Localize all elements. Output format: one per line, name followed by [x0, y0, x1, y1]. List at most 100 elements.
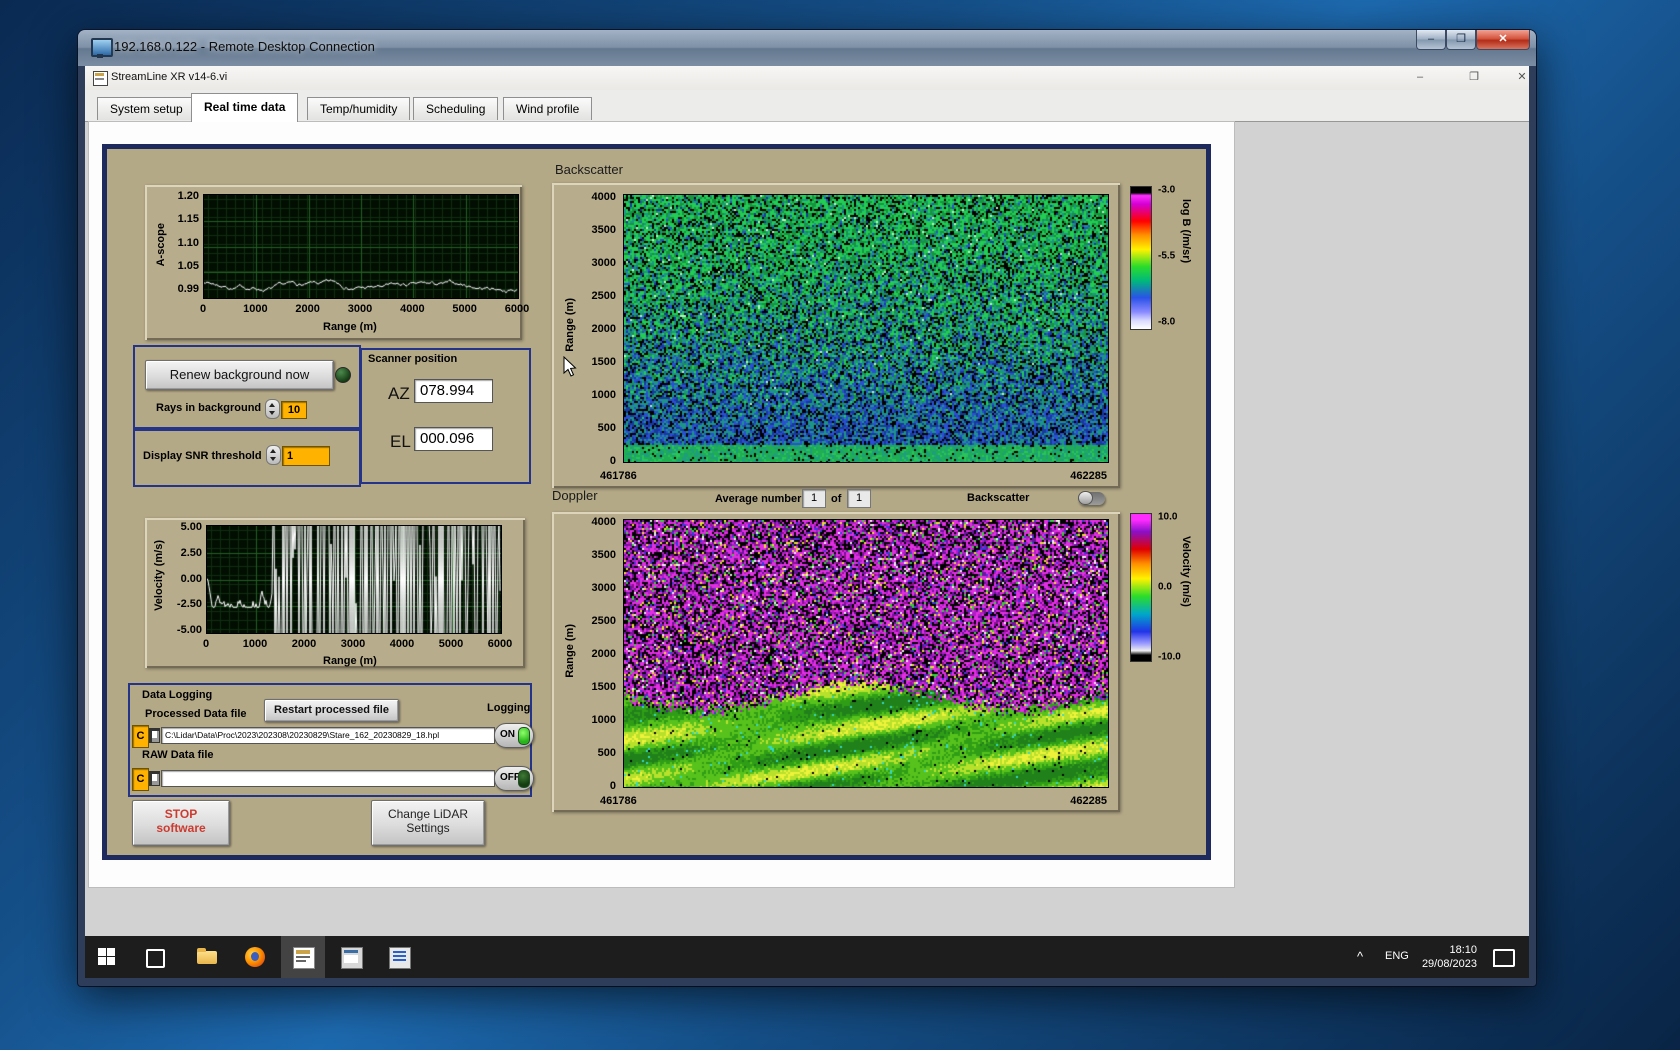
- firefox-button[interactable]: [233, 936, 277, 978]
- backscatter-x-start: 461786: [600, 470, 637, 482]
- scan-scheduler-button[interactable]: [329, 936, 373, 978]
- tick-label: 2000: [295, 303, 320, 315]
- tab-scheduling[interactable]: Scheduling: [413, 97, 499, 120]
- file-explorer-button[interactable]: [185, 936, 229, 978]
- rdp-titlebar[interactable]: 192.168.0.122 - Remote Desktop Connectio…: [78, 30, 1536, 66]
- velocity-plot-area[interactable]: [206, 525, 502, 634]
- of-label: of: [831, 493, 842, 505]
- tick-label: 0: [609, 780, 616, 792]
- rdp-close-button[interactable]: ✕: [1476, 30, 1530, 50]
- app-minimize-button[interactable]: –: [1405, 69, 1435, 87]
- tick-label: -5.00: [176, 624, 202, 636]
- raw-path-field[interactable]: [161, 770, 495, 787]
- backscatter-y-ticks: 4000 3500 3000 2500 2000 1500 1000 500 0: [552, 183, 618, 488]
- backscatter-plot-area[interactable]: [623, 194, 1109, 463]
- tick-label: 4000: [400, 303, 425, 315]
- velocity-x-axis-label: Range (m): [323, 655, 377, 667]
- tick-label: 6000: [487, 638, 513, 650]
- task-view-button[interactable]: [133, 936, 177, 978]
- average-number-field[interactable]: 1: [802, 489, 826, 508]
- snr-value-field[interactable]: 1: [282, 446, 330, 466]
- folder-icon: [197, 948, 217, 964]
- remote-desktop: StreamLine XR v14-6.vi – ❐ ✕ System setu…: [85, 66, 1529, 978]
- tick-label: 1500: [591, 356, 616, 368]
- raw-browse-icon[interactable]: [149, 771, 160, 786]
- elevation-value[interactable]: 000.096: [414, 427, 493, 451]
- tick-label: 0: [202, 638, 210, 650]
- change-lidar-settings-button[interactable]: Change LiDAR Settings: [371, 800, 485, 846]
- backscatter-colorbar: [1130, 186, 1152, 330]
- tick-label: 2000: [291, 638, 317, 650]
- tray-clock[interactable]: 18:10 29/08/2023: [1415, 943, 1477, 971]
- tick-label: 2500: [591, 290, 616, 302]
- rays-value-field[interactable]: 10: [281, 401, 307, 419]
- tick-label: 1.15: [177, 213, 199, 226]
- start-button[interactable]: [85, 936, 129, 978]
- tick-label: 500: [597, 422, 616, 434]
- tab-temp-humidity[interactable]: Temp/humidity: [307, 97, 411, 120]
- processed-browse-icon[interactable]: [149, 728, 160, 743]
- rays-spinner[interactable]: [265, 399, 280, 419]
- tick-label: 500: [597, 747, 616, 759]
- raw-drive-button[interactable]: C: [132, 768, 149, 791]
- tick-label: 1000: [242, 638, 268, 650]
- processed-logging-led: [518, 727, 530, 745]
- tick-label: 1500: [591, 681, 616, 693]
- app-close-button[interactable]: ✕: [1507, 69, 1529, 87]
- average-total-field[interactable]: 1: [847, 489, 871, 508]
- action-center-icon[interactable]: [1493, 949, 1515, 967]
- tab-system-setup[interactable]: System setup: [97, 97, 196, 120]
- rdp-minimize-button[interactable]: –: [1416, 30, 1446, 50]
- task-view-icon: [146, 949, 165, 968]
- average-number-label: Average number: [715, 493, 802, 505]
- doppler-x-end: 462285: [1070, 795, 1107, 807]
- tick-label: 1000: [591, 389, 616, 401]
- azimuth-value[interactable]: 078.994: [414, 379, 493, 403]
- notes-app-button[interactable]: [377, 936, 421, 978]
- tick-label: 0.00: [180, 572, 202, 585]
- processed-path-field[interactable]: C:\Lidar\Data\Proc\2023\202308\20230829\…: [161, 727, 495, 744]
- scanner-position-title: Scanner position: [368, 353, 458, 365]
- tray-language[interactable]: ENG: [1385, 950, 1409, 962]
- snr-spinner[interactable]: [266, 445, 281, 465]
- app-restore-button[interactable]: ❐: [1459, 69, 1489, 87]
- tick-label: 1.20: [177, 190, 199, 202]
- tray-chevron-icon[interactable]: ^: [1357, 949, 1363, 964]
- tick-label: 4000: [591, 191, 616, 203]
- backscatter-title: Backscatter: [555, 162, 623, 177]
- processed-logging-toggle-label: ON: [500, 729, 515, 740]
- tab-wind-profile[interactable]: Wind profile: [503, 97, 593, 120]
- tick-label: -3.0: [1158, 184, 1176, 196]
- ascope-x-axis-label: Range (m): [323, 321, 377, 333]
- tick-label: 0: [199, 303, 207, 315]
- stop-software-button[interactable]: STOP software: [132, 800, 230, 846]
- tick-label: 2000: [591, 323, 616, 335]
- app-window-title: StreamLine XR v14-6.vi: [111, 71, 228, 83]
- rdp-maximize-button[interactable]: ❐: [1446, 30, 1476, 50]
- app-titlebar[interactable]: StreamLine XR v14-6.vi – ❐ ✕: [85, 66, 1529, 91]
- tick-label: 2500: [591, 615, 616, 627]
- doppler-colorbar-label: Velocity (m/s): [1180, 536, 1192, 607]
- tick-label: 4000: [591, 516, 616, 528]
- rdp-icon: [91, 38, 113, 58]
- tick-label: 5.00: [180, 521, 202, 533]
- streamline-app-button[interactable]: [281, 936, 325, 978]
- tick-label: 3000: [340, 638, 366, 650]
- restart-processed-file-button[interactable]: Restart processed file: [264, 699, 399, 722]
- change-lidar-line1: Change LiDAR: [387, 807, 469, 821]
- stop-software-line2: software: [156, 821, 206, 835]
- tick-label: 2.50: [180, 546, 202, 559]
- processed-drive-button[interactable]: C: [132, 725, 149, 748]
- tick-label: 3000: [591, 582, 616, 594]
- doppler-plot-area[interactable]: [623, 519, 1109, 788]
- tab-real-time-data[interactable]: Real time data: [191, 93, 299, 122]
- renew-background-button[interactable]: Renew background now: [145, 360, 334, 390]
- change-lidar-line2: Settings: [406, 821, 450, 835]
- mouse-cursor: [563, 356, 577, 377]
- tick-label: 6000: [504, 303, 530, 315]
- backscatter-doppler-toggle[interactable]: [1078, 491, 1105, 505]
- ascope-plot-area[interactable]: [203, 194, 519, 299]
- raw-logging-toggle[interactable]: OFF: [494, 766, 534, 791]
- processed-logging-toggle[interactable]: ON: [494, 723, 534, 748]
- tick-label: 2000: [591, 648, 616, 660]
